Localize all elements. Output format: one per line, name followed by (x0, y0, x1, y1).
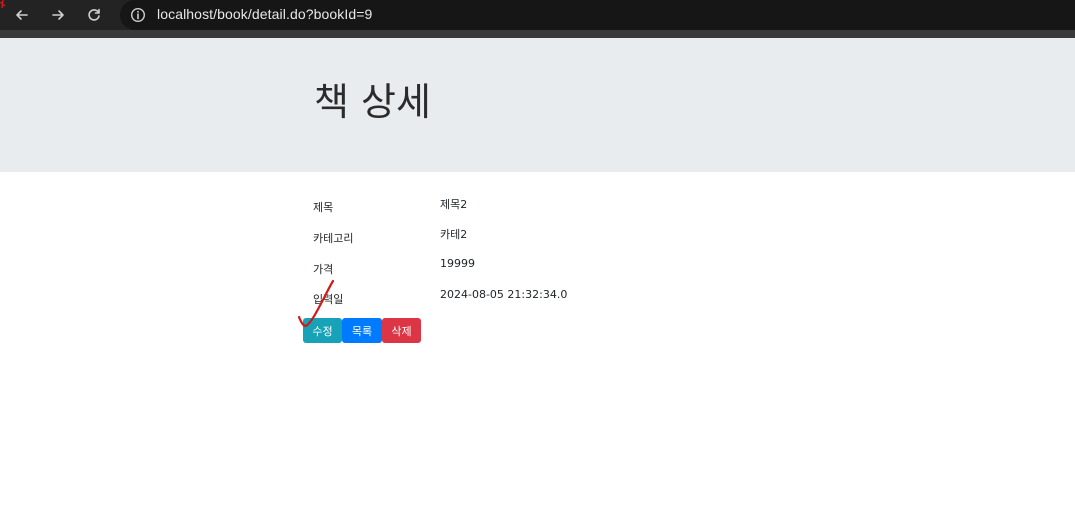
red-mark-icon (0, 0, 6, 9)
browser-toolbar-divider (0, 30, 1075, 38)
page-title: 책 상세 (314, 80, 431, 124)
insert-date-value: 2024-08-05 21:32:34.0 (440, 288, 568, 301)
back-button[interactable] (10, 3, 34, 27)
title-label: 제목 (313, 201, 334, 214)
title-value: 제목2 (440, 198, 468, 211)
price-value: 19999 (440, 257, 475, 270)
forward-button[interactable] (46, 3, 70, 27)
edit-button[interactable]: 수정 (303, 318, 342, 343)
url-text[interactable]: localhost/book/detail.do?bookId=9 (157, 6, 372, 22)
category-label: 카테고리 (313, 232, 354, 245)
info-icon[interactable] (130, 7, 146, 23)
delete-button[interactable]: 삭제 (382, 318, 421, 343)
arrow-left-icon (16, 10, 28, 20)
price-label: 가격 (313, 263, 334, 276)
list-button[interactable]: 목록 (342, 318, 382, 343)
page-header (0, 38, 1075, 172)
insert-date-label: 입력일 (313, 293, 344, 306)
category-value: 카테2 (440, 228, 468, 241)
reload-button[interactable] (82, 3, 106, 27)
arrow-right-icon (52, 10, 64, 20)
reload-icon (88, 8, 100, 21)
